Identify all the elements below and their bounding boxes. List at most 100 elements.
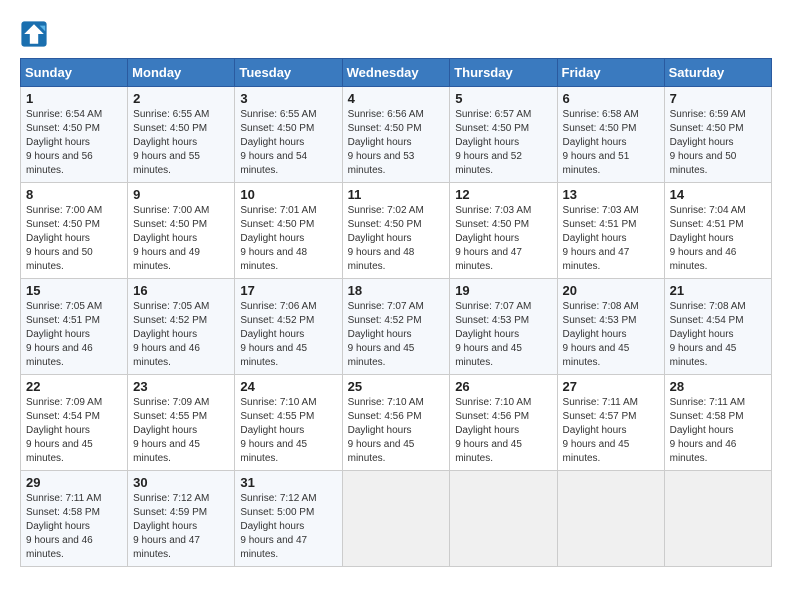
logo: [20, 20, 52, 48]
day-number: 29: [26, 475, 122, 490]
daylight-value: 9 hours and 45 minutes.: [670, 343, 737, 368]
daylight-value: 9 hours and 55 minutes.: [133, 151, 200, 176]
day-number: 20: [563, 283, 659, 298]
day-info: Sunrise: 7:00 AM Sunset: 4:50 PM Dayligh…: [26, 204, 122, 274]
sunrise-label: Sunrise: 7:12 AM: [240, 493, 316, 504]
daylight-value: 9 hours and 56 minutes.: [26, 151, 93, 176]
sunrise-label: Sunrise: 7:02 AM: [348, 205, 424, 216]
day-number: 4: [348, 91, 445, 106]
sunset-label: Sunset: 4:53 PM: [563, 315, 637, 326]
daylight-value: 9 hours and 53 minutes.: [348, 151, 415, 176]
sunset-label: Sunset: 4:50 PM: [26, 219, 100, 230]
sunset-label: Sunset: 4:54 PM: [26, 411, 100, 422]
logo-icon: [20, 20, 48, 48]
daylight-label: Daylight hours: [348, 137, 412, 148]
calendar-cell: 6 Sunrise: 6:58 AM Sunset: 4:50 PM Dayli…: [557, 87, 664, 183]
day-number: 2: [133, 91, 229, 106]
sunrise-label: Sunrise: 7:04 AM: [670, 205, 746, 216]
daylight-value: 9 hours and 46 minutes.: [133, 343, 200, 368]
calendar-cell: 30 Sunrise: 7:12 AM Sunset: 4:59 PM Dayl…: [128, 471, 235, 567]
day-info: Sunrise: 7:00 AM Sunset: 4:50 PM Dayligh…: [133, 204, 229, 274]
day-number: 8: [26, 187, 122, 202]
sunset-label: Sunset: 4:55 PM: [240, 411, 314, 422]
daylight-label: Daylight hours: [455, 329, 519, 340]
sunrise-label: Sunrise: 7:11 AM: [26, 493, 101, 504]
day-number: 26: [455, 379, 551, 394]
calendar-cell: 14 Sunrise: 7:04 AM Sunset: 4:51 PM Dayl…: [664, 183, 771, 279]
daylight-value: 9 hours and 46 minutes.: [26, 535, 93, 560]
calendar-week-2: 8 Sunrise: 7:00 AM Sunset: 4:50 PM Dayli…: [21, 183, 772, 279]
daylight-label: Daylight hours: [240, 329, 304, 340]
calendar-cell: 8 Sunrise: 7:00 AM Sunset: 4:50 PM Dayli…: [21, 183, 128, 279]
sunset-label: Sunset: 4:59 PM: [133, 507, 207, 518]
daylight-value: 9 hours and 50 minutes.: [670, 151, 737, 176]
day-info: Sunrise: 7:10 AM Sunset: 4:56 PM Dayligh…: [348, 396, 445, 466]
sunset-label: Sunset: 4:50 PM: [133, 219, 207, 230]
day-info: Sunrise: 7:08 AM Sunset: 4:53 PM Dayligh…: [563, 300, 659, 370]
daylight-value: 9 hours and 45 minutes.: [563, 439, 630, 464]
sunset-label: Sunset: 5:00 PM: [240, 507, 314, 518]
day-number: 15: [26, 283, 122, 298]
day-number: 22: [26, 379, 122, 394]
day-info: Sunrise: 7:07 AM Sunset: 4:52 PM Dayligh…: [348, 300, 445, 370]
calendar-cell: 18 Sunrise: 7:07 AM Sunset: 4:52 PM Dayl…: [342, 279, 450, 375]
daylight-value: 9 hours and 50 minutes.: [26, 247, 93, 272]
day-number: 5: [455, 91, 551, 106]
day-info: Sunrise: 7:02 AM Sunset: 4:50 PM Dayligh…: [348, 204, 445, 274]
day-info: Sunrise: 7:11 AM Sunset: 4:58 PM Dayligh…: [26, 492, 122, 562]
calendar-cell: 5 Sunrise: 6:57 AM Sunset: 4:50 PM Dayli…: [450, 87, 557, 183]
sunset-label: Sunset: 4:55 PM: [133, 411, 207, 422]
daylight-label: Daylight hours: [133, 425, 197, 436]
sunset-label: Sunset: 4:50 PM: [26, 123, 100, 134]
daylight-label: Daylight hours: [455, 233, 519, 244]
calendar-cell: 3 Sunrise: 6:55 AM Sunset: 4:50 PM Dayli…: [235, 87, 342, 183]
column-header-sunday: Sunday: [21, 59, 128, 87]
calendar-cell: [557, 471, 664, 567]
sunset-label: Sunset: 4:50 PM: [563, 123, 637, 134]
sunset-label: Sunset: 4:50 PM: [348, 219, 422, 230]
day-number: 19: [455, 283, 551, 298]
calendar-cell: 26 Sunrise: 7:10 AM Sunset: 4:56 PM Dayl…: [450, 375, 557, 471]
daylight-label: Daylight hours: [670, 329, 734, 340]
calendar-cell: 21 Sunrise: 7:08 AM Sunset: 4:54 PM Dayl…: [664, 279, 771, 375]
calendar-cell: [342, 471, 450, 567]
day-number: 27: [563, 379, 659, 394]
calendar-cell: 10 Sunrise: 7:01 AM Sunset: 4:50 PM Dayl…: [235, 183, 342, 279]
sunset-label: Sunset: 4:52 PM: [240, 315, 314, 326]
sunrise-label: Sunrise: 7:00 AM: [26, 205, 102, 216]
sunset-label: Sunset: 4:50 PM: [455, 123, 529, 134]
sunset-label: Sunset: 4:57 PM: [563, 411, 637, 422]
day-number: 23: [133, 379, 229, 394]
daylight-label: Daylight hours: [133, 137, 197, 148]
sunrise-label: Sunrise: 7:00 AM: [133, 205, 209, 216]
daylight-value: 9 hours and 45 minutes.: [455, 343, 522, 368]
sunset-label: Sunset: 4:50 PM: [348, 123, 422, 134]
daylight-label: Daylight hours: [670, 137, 734, 148]
column-header-tuesday: Tuesday: [235, 59, 342, 87]
daylight-label: Daylight hours: [240, 137, 304, 148]
sunrise-label: Sunrise: 6:57 AM: [455, 109, 531, 120]
calendar-cell: 19 Sunrise: 7:07 AM Sunset: 4:53 PM Dayl…: [450, 279, 557, 375]
calendar-cell: 12 Sunrise: 7:03 AM Sunset: 4:50 PM Dayl…: [450, 183, 557, 279]
sunrise-label: Sunrise: 6:55 AM: [133, 109, 209, 120]
calendar-cell: 29 Sunrise: 7:11 AM Sunset: 4:58 PM Dayl…: [21, 471, 128, 567]
daylight-label: Daylight hours: [26, 137, 90, 148]
daylight-label: Daylight hours: [563, 425, 627, 436]
sunrise-label: Sunrise: 7:06 AM: [240, 301, 316, 312]
daylight-value: 9 hours and 48 minutes.: [240, 247, 307, 272]
daylight-label: Daylight hours: [455, 137, 519, 148]
day-info: Sunrise: 7:04 AM Sunset: 4:51 PM Dayligh…: [670, 204, 766, 274]
sunrise-label: Sunrise: 7:05 AM: [133, 301, 209, 312]
day-info: Sunrise: 7:06 AM Sunset: 4:52 PM Dayligh…: [240, 300, 336, 370]
calendar-cell: 16 Sunrise: 7:05 AM Sunset: 4:52 PM Dayl…: [128, 279, 235, 375]
calendar-cell: 11 Sunrise: 7:02 AM Sunset: 4:50 PM Dayl…: [342, 183, 450, 279]
calendar-cell: 28 Sunrise: 7:11 AM Sunset: 4:58 PM Dayl…: [664, 375, 771, 471]
sunrise-label: Sunrise: 7:08 AM: [563, 301, 639, 312]
calendar-cell: 4 Sunrise: 6:56 AM Sunset: 4:50 PM Dayli…: [342, 87, 450, 183]
daylight-label: Daylight hours: [563, 233, 627, 244]
calendar-cell: 25 Sunrise: 7:10 AM Sunset: 4:56 PM Dayl…: [342, 375, 450, 471]
sunrise-label: Sunrise: 7:08 AM: [670, 301, 746, 312]
sunset-label: Sunset: 4:54 PM: [670, 315, 744, 326]
daylight-value: 9 hours and 47 minutes.: [240, 535, 307, 560]
daylight-value: 9 hours and 52 minutes.: [455, 151, 522, 176]
